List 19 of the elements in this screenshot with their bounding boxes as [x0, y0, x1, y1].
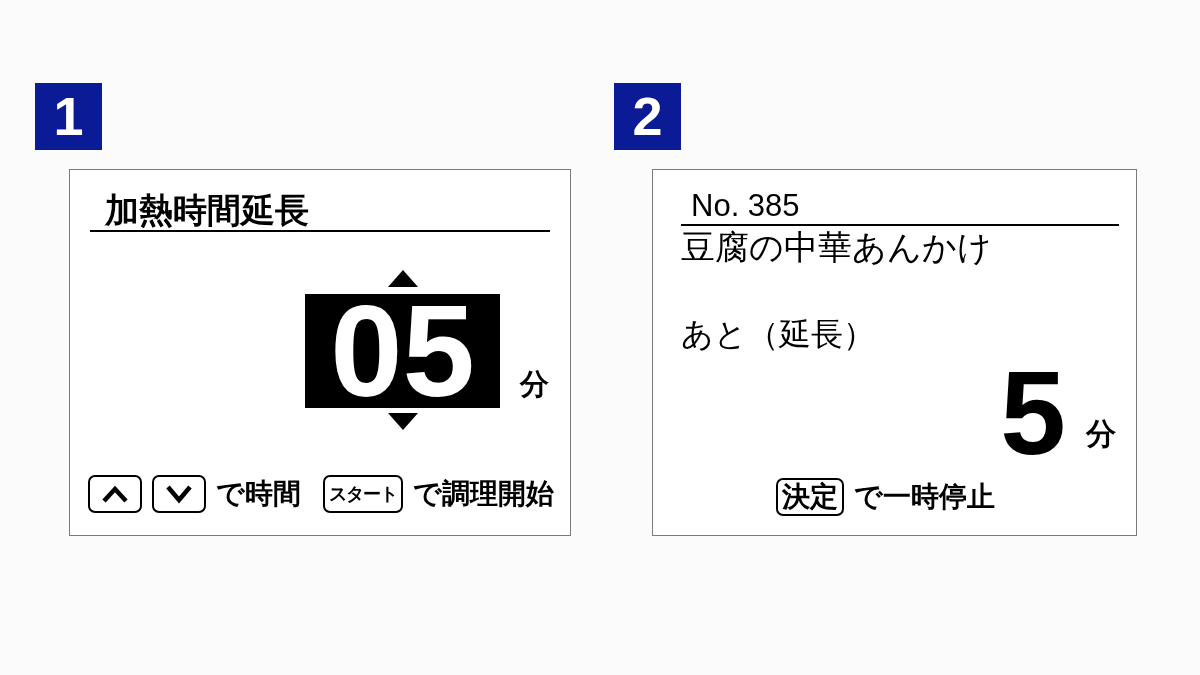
key-label: スタート [323, 475, 403, 513]
time-value: 05 [305, 294, 500, 408]
hint-text: で一時停止 [854, 479, 995, 515]
recipe-title: 豆腐の中華あんかけ [681, 227, 992, 267]
unit-label: 分 [1086, 416, 1116, 452]
remaining-label: あと（延長） [681, 314, 875, 354]
screen-title: 加熱時間延長 [105, 190, 309, 230]
unit-label: 分 [520, 367, 549, 401]
key-label: 決定 [776, 478, 844, 516]
down-triangle-icon [387, 413, 418, 430]
up-triangle-icon [387, 270, 418, 287]
hint-text: で調理開始 [413, 476, 554, 512]
recipe-number: No. 385 [691, 188, 800, 224]
up-key-icon [88, 475, 142, 513]
step-badge: 1 [35, 83, 102, 150]
down-key-icon [152, 475, 206, 513]
remaining-time: 5 [1000, 354, 1066, 472]
step-badge: 2 [614, 83, 681, 150]
hint-text: で時間 [216, 476, 301, 512]
